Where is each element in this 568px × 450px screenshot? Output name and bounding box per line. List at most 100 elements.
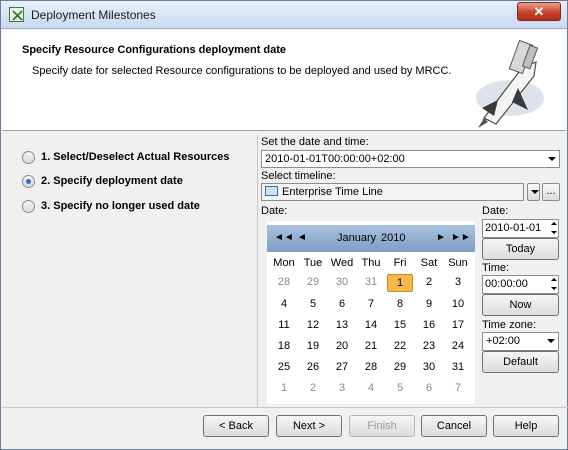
radio-step-2[interactable] xyxy=(22,174,35,188)
date-spinner[interactable]: 2010-01-01 xyxy=(482,219,559,238)
spin-up-icon[interactable] xyxy=(550,220,558,228)
calendar-day[interactable]: 5 xyxy=(387,382,413,394)
help-button[interactable]: Help xyxy=(493,415,559,437)
calendar-day[interactable]: 12 xyxy=(300,319,326,331)
page-title: Specify Resource Configurations deployme… xyxy=(22,44,287,56)
chevron-down-icon[interactable] xyxy=(548,157,556,161)
title-bar: Deployment Milestones ✕ xyxy=(1,1,567,29)
calendar-day[interactable]: 3 xyxy=(445,276,471,288)
timezone-combo[interactable]: +02:00 xyxy=(482,332,559,351)
calendar-day[interactable]: 29 xyxy=(300,276,326,288)
step-deployment-date[interactable]: 2. Specify deployment date xyxy=(22,173,183,189)
timeline-icon xyxy=(265,186,278,196)
timeline-combo[interactable]: Enterprise Time Line xyxy=(261,183,524,201)
calendar-day[interactable]: 19 xyxy=(300,340,326,352)
datetime-value: 2010-01-01T00:00:00+02:00 xyxy=(265,153,405,165)
step-label: 1. Select/Deselect Actual Resources xyxy=(41,151,230,163)
calendar-day[interactable]: 5 xyxy=(300,298,326,310)
calendar-day[interactable]: 18 xyxy=(271,340,297,352)
now-button[interactable]: Now xyxy=(482,294,559,316)
timezone-value: +02:00 xyxy=(486,335,520,347)
spin-down-icon[interactable] xyxy=(550,229,558,237)
step-no-longer-used-date[interactable]: 3. Specify no longer used date xyxy=(22,198,200,214)
time-value: 00:00:00 xyxy=(485,278,528,290)
cancel-button[interactable]: Cancel xyxy=(421,415,487,437)
radio-step-3[interactable] xyxy=(22,199,35,213)
calendar-day[interactable]: 14 xyxy=(358,319,384,331)
calendar-day[interactable]: 26 xyxy=(300,361,326,373)
timeline-value: Enterprise Time Line xyxy=(282,186,383,198)
calendar-day[interactable]: 30 xyxy=(416,361,442,373)
weekday-label: Tue xyxy=(303,257,323,269)
calendar-day[interactable]: 11 xyxy=(271,319,297,331)
calendar-day-selected[interactable]: 1 xyxy=(387,274,413,292)
side-date-label: Date: xyxy=(482,205,509,217)
calendar-day[interactable]: 1 xyxy=(271,382,297,394)
calendar-day[interactable]: 27 xyxy=(329,361,355,373)
next-button[interactable]: Next > xyxy=(276,415,342,437)
weekday-label: Thu xyxy=(361,257,381,269)
calendar-date-label: Date: xyxy=(261,205,288,217)
time-label: Time: xyxy=(482,262,510,274)
time-spinner[interactable]: 00:00:00 xyxy=(482,275,559,294)
calendar-day[interactable]: 28 xyxy=(271,276,297,288)
calendar-day[interactable]: 3 xyxy=(329,382,355,394)
calendar-day[interactable]: 8 xyxy=(387,298,413,310)
dialog-window: Deployment Milestones ✕ Specify Resource… xyxy=(0,0,568,450)
back-button[interactable]: < Back xyxy=(203,415,269,437)
calendar-day[interactable]: 6 xyxy=(329,298,355,310)
calendar-day[interactable]: 29 xyxy=(387,361,413,373)
calendar-day[interactable]: 22 xyxy=(387,340,413,352)
calendar-day[interactable]: 24 xyxy=(445,340,471,352)
calendar-day[interactable]: 23 xyxy=(416,340,442,352)
spin-down-icon[interactable] xyxy=(550,285,558,293)
calendar-day[interactable]: 16 xyxy=(416,319,442,331)
calendar-day[interactable]: 25 xyxy=(271,361,297,373)
calendar-day[interactable]: 13 xyxy=(329,319,355,331)
step-select-resources[interactable]: 1. Select/Deselect Actual Resources xyxy=(22,149,230,165)
calendar-day[interactable]: 2 xyxy=(300,382,326,394)
calendar-day[interactable]: 6 xyxy=(416,382,442,394)
calendar-day[interactable]: 30 xyxy=(329,276,355,288)
calendar-day[interactable]: 10 xyxy=(445,298,471,310)
calendar-day[interactable]: 17 xyxy=(445,319,471,331)
weekday-label: Mon xyxy=(273,257,295,269)
timeline-browse-button[interactable]: ... xyxy=(542,183,560,201)
chevron-down-icon[interactable] xyxy=(547,339,555,343)
prev-month-button[interactable]: ◄ xyxy=(297,232,307,243)
datetime-combo[interactable]: 2010-01-01T00:00:00+02:00 xyxy=(261,150,560,168)
calendar-month: January xyxy=(337,232,377,244)
calendar-day[interactable]: 2 xyxy=(416,276,442,288)
next-month-button[interactable]: ► xyxy=(436,232,446,243)
space-shuttle-icon xyxy=(476,39,544,128)
next-year-button[interactable]: ►► xyxy=(451,232,471,243)
calendar-day[interactable]: 9 xyxy=(416,298,442,310)
calendar-day[interactable]: 4 xyxy=(358,382,384,394)
calendar-day[interactable]: 7 xyxy=(358,298,384,310)
prev-year-button[interactable]: ◄◄ xyxy=(274,232,294,243)
finish-button[interactable]: Finish xyxy=(349,415,415,437)
timeline-dropdown-button[interactable] xyxy=(527,183,540,201)
timezone-label: Time zone: xyxy=(482,319,537,331)
calendar-day[interactable]: 31 xyxy=(445,361,471,373)
footer-divider xyxy=(2,407,568,408)
today-button[interactable]: Today xyxy=(482,238,559,260)
calendar-day[interactable]: 21 xyxy=(358,340,384,352)
calendar-day[interactable]: 31 xyxy=(358,276,384,288)
calendar-day[interactable]: 20 xyxy=(329,340,355,352)
date-value: 2010-01-01 xyxy=(485,222,542,234)
calendar-day[interactable]: 28 xyxy=(358,361,384,373)
calendar-day[interactable]: 4 xyxy=(271,298,297,310)
calendar-day[interactable]: 7 xyxy=(445,382,471,394)
window-title: Deployment Milestones xyxy=(31,8,156,22)
default-button[interactable]: Default xyxy=(482,351,559,373)
calendar-day[interactable]: 15 xyxy=(387,319,413,331)
spin-up-icon[interactable] xyxy=(550,276,558,284)
step-label: 3. Specify no longer used date xyxy=(41,200,200,212)
step-label: 2. Specify deployment date xyxy=(41,175,183,187)
app-icon xyxy=(9,7,24,22)
steps-panel: 1. Select/Deselect Actual Resources 2. S… xyxy=(7,135,258,407)
close-button[interactable]: ✕ xyxy=(517,2,561,21)
datetime-label: Set the date and time: xyxy=(261,136,369,148)
radio-step-1[interactable] xyxy=(22,150,35,164)
